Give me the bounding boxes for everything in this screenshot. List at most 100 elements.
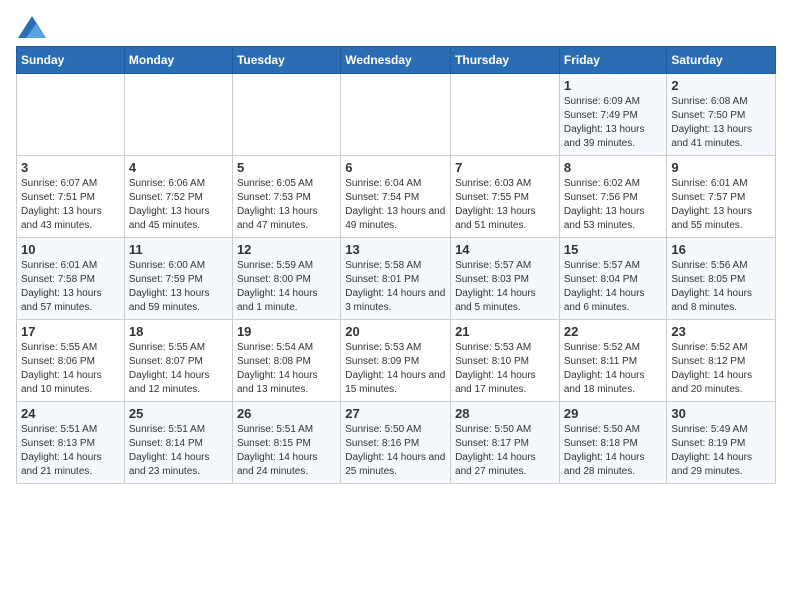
calendar-cell: 18 Sunrise: 5:55 AMSunset: 8:07 PMDayligh…: [124, 320, 232, 402]
calendar-cell: 11 Sunrise: 6:00 AMSunset: 7:59 PMDayligh…: [124, 238, 232, 320]
day-number: 30: [671, 406, 771, 421]
day-detail: Sunrise: 6:00 AMSunset: 7:59 PMDaylight:…: [129, 259, 228, 315]
day-number: 12: [237, 242, 336, 257]
day-detail: Sunrise: 5:57 AMSunset: 8:03 PMDaylight:…: [455, 259, 555, 315]
day-number: 15: [564, 242, 663, 257]
calendar-cell: 27 Sunrise: 5:50 AMSunset: 8:16 PMDayligh…: [341, 402, 451, 484]
day-number: 1: [564, 78, 663, 93]
calendar-cell: 21Sunrise: 5:53 AMSunset: 8:10 PMDayligh…: [451, 320, 560, 402]
day-number: 26: [237, 406, 336, 421]
calendar-cell: 28Sunrise: 5:50 AMSunset: 8:17 PMDayligh…: [451, 402, 560, 484]
calendar-cell: 22 Sunrise: 5:52 AMSunset: 8:11 PMDayligh…: [559, 320, 667, 402]
calendar-cell: 13 Sunrise: 5:58 AMSunset: 8:01 PMDayligh…: [341, 238, 451, 320]
calendar-body: 1 Sunrise: 6:09 AMSunset: 7:49 PMDaylight…: [17, 74, 776, 484]
day-number: 3: [21, 160, 120, 175]
weekday-header-sunday: Sunday: [17, 47, 125, 74]
day-detail: Sunrise: 5:50 AMSunset: 8:18 PMDaylight:…: [564, 423, 663, 479]
calendar-cell: [232, 74, 340, 156]
day-number: 17: [21, 324, 120, 339]
day-number: 11: [129, 242, 228, 257]
calendar-cell: 16Sunrise: 5:56 AMSunset: 8:05 PMDayligh…: [667, 238, 776, 320]
calendar-header: SundayMondayTuesdayWednesdayThursdayFrid…: [17, 47, 776, 74]
day-detail: Sunrise: 6:04 AMSunset: 7:54 PMDaylight:…: [345, 177, 446, 233]
calendar-week-5: 24 Sunrise: 5:51 AMSunset: 8:13 PMDayligh…: [17, 402, 776, 484]
day-number: 22: [564, 324, 663, 339]
calendar-cell: 3Sunrise: 6:07 AMSunset: 7:51 PMDaylight…: [17, 156, 125, 238]
day-detail: Sunrise: 5:50 AMSunset: 8:16 PMDaylight:…: [345, 423, 446, 479]
calendar-cell: 17 Sunrise: 5:55 AMSunset: 8:06 PMDayligh…: [17, 320, 125, 402]
weekday-header-saturday: Saturday: [667, 47, 776, 74]
day-detail: Sunrise: 5:50 AMSunset: 8:17 PMDaylight:…: [455, 423, 555, 479]
day-number: 27: [345, 406, 446, 421]
calendar-week-1: 1 Sunrise: 6:09 AMSunset: 7:49 PMDaylight…: [17, 74, 776, 156]
day-number: 2: [671, 78, 771, 93]
calendar-cell: 15 Sunrise: 5:57 AMSunset: 8:04 PMDayligh…: [559, 238, 667, 320]
calendar-cell: 19 Sunrise: 5:54 AMSunset: 8:08 PMDayligh…: [232, 320, 340, 402]
day-number: 20: [345, 324, 446, 339]
calendar-week-2: 3Sunrise: 6:07 AMSunset: 7:51 PMDaylight…: [17, 156, 776, 238]
day-detail: Sunrise: 5:59 AMSunset: 8:00 PMDaylight:…: [237, 259, 336, 315]
calendar-cell: 29 Sunrise: 5:50 AMSunset: 8:18 PMDayligh…: [559, 402, 667, 484]
day-number: 16: [671, 242, 771, 257]
day-number: 5: [237, 160, 336, 175]
logo: [16, 16, 46, 34]
day-number: 7: [455, 160, 555, 175]
day-detail: Sunrise: 6:01 AMSunset: 7:58 PMDaylight:…: [21, 259, 120, 315]
day-detail: Sunrise: 5:57 AMSunset: 8:04 PMDaylight:…: [564, 259, 663, 315]
day-detail: Sunrise: 5:52 AMSunset: 8:11 PMDaylight:…: [564, 341, 663, 397]
weekday-header-monday: Monday: [124, 47, 232, 74]
logo-text: [16, 16, 46, 38]
calendar-cell: [341, 74, 451, 156]
day-detail: Sunrise: 6:01 AMSunset: 7:57 PMDaylight:…: [671, 177, 771, 233]
day-detail: Sunrise: 6:08 AMSunset: 7:50 PMDaylight:…: [671, 95, 771, 151]
day-number: 14: [455, 242, 555, 257]
day-detail: Sunrise: 5:55 AMSunset: 8:07 PMDaylight:…: [129, 341, 228, 397]
day-detail: Sunrise: 5:51 AMSunset: 8:14 PMDaylight:…: [129, 423, 228, 479]
calendar-cell: 4 Sunrise: 6:06 AMSunset: 7:52 PMDaylight…: [124, 156, 232, 238]
calendar-week-4: 17 Sunrise: 5:55 AMSunset: 8:06 PMDayligh…: [17, 320, 776, 402]
weekday-header-friday: Friday: [559, 47, 667, 74]
calendar-cell: [124, 74, 232, 156]
day-detail: Sunrise: 6:03 AMSunset: 7:55 PMDaylight:…: [455, 177, 555, 233]
calendar-cell: 10Sunrise: 6:01 AMSunset: 7:58 PMDayligh…: [17, 238, 125, 320]
calendar-cell: 25 Sunrise: 5:51 AMSunset: 8:14 PMDayligh…: [124, 402, 232, 484]
day-number: 4: [129, 160, 228, 175]
calendar-cell: 12 Sunrise: 5:59 AMSunset: 8:00 PMDayligh…: [232, 238, 340, 320]
day-number: 29: [564, 406, 663, 421]
day-detail: Sunrise: 5:54 AMSunset: 8:08 PMDaylight:…: [237, 341, 336, 397]
calendar-week-3: 10Sunrise: 6:01 AMSunset: 7:58 PMDayligh…: [17, 238, 776, 320]
day-number: 23: [671, 324, 771, 339]
day-number: 13: [345, 242, 446, 257]
weekday-header-tuesday: Tuesday: [232, 47, 340, 74]
day-detail: Sunrise: 6:09 AMSunset: 7:49 PMDaylight:…: [564, 95, 663, 151]
day-number: 19: [237, 324, 336, 339]
day-detail: Sunrise: 5:51 AMSunset: 8:15 PMDaylight:…: [237, 423, 336, 479]
day-detail: Sunrise: 5:52 AMSunset: 8:12 PMDaylight:…: [671, 341, 771, 397]
day-number: 8: [564, 160, 663, 175]
calendar-cell: 23 Sunrise: 5:52 AMSunset: 8:12 PMDayligh…: [667, 320, 776, 402]
calendar-cell: 24 Sunrise: 5:51 AMSunset: 8:13 PMDayligh…: [17, 402, 125, 484]
calendar-cell: 20Sunrise: 5:53 AMSunset: 8:09 PMDayligh…: [341, 320, 451, 402]
day-number: 25: [129, 406, 228, 421]
calendar-cell: 30Sunrise: 5:49 AMSunset: 8:19 PMDayligh…: [667, 402, 776, 484]
calendar-cell: 5Sunrise: 6:05 AMSunset: 7:53 PMDaylight…: [232, 156, 340, 238]
day-detail: Sunrise: 5:53 AMSunset: 8:10 PMDaylight:…: [455, 341, 555, 397]
day-number: 9: [671, 160, 771, 175]
calendar-cell: 2 Sunrise: 6:08 AMSunset: 7:50 PMDaylight…: [667, 74, 776, 156]
weekday-header-thursday: Thursday: [451, 47, 560, 74]
day-detail: Sunrise: 6:02 AMSunset: 7:56 PMDaylight:…: [564, 177, 663, 233]
calendar-table: SundayMondayTuesdayWednesdayThursdayFrid…: [16, 46, 776, 484]
weekday-header-row: SundayMondayTuesdayWednesdayThursdayFrid…: [17, 47, 776, 74]
day-number: 24: [21, 406, 120, 421]
day-detail: Sunrise: 5:58 AMSunset: 8:01 PMDaylight:…: [345, 259, 446, 315]
weekday-header-wednesday: Wednesday: [341, 47, 451, 74]
calendar-cell: 9 Sunrise: 6:01 AMSunset: 7:57 PMDaylight…: [667, 156, 776, 238]
day-detail: Sunrise: 5:51 AMSunset: 8:13 PMDaylight:…: [21, 423, 120, 479]
calendar-cell: 6Sunrise: 6:04 AMSunset: 7:54 PMDaylight…: [341, 156, 451, 238]
day-number: 18: [129, 324, 228, 339]
calendar-cell: [451, 74, 560, 156]
logo-icon: [18, 16, 46, 38]
day-detail: Sunrise: 6:06 AMSunset: 7:52 PMDaylight:…: [129, 177, 228, 233]
day-detail: Sunrise: 5:55 AMSunset: 8:06 PMDaylight:…: [21, 341, 120, 397]
calendar-cell: 7 Sunrise: 6:03 AMSunset: 7:55 PMDaylight…: [451, 156, 560, 238]
